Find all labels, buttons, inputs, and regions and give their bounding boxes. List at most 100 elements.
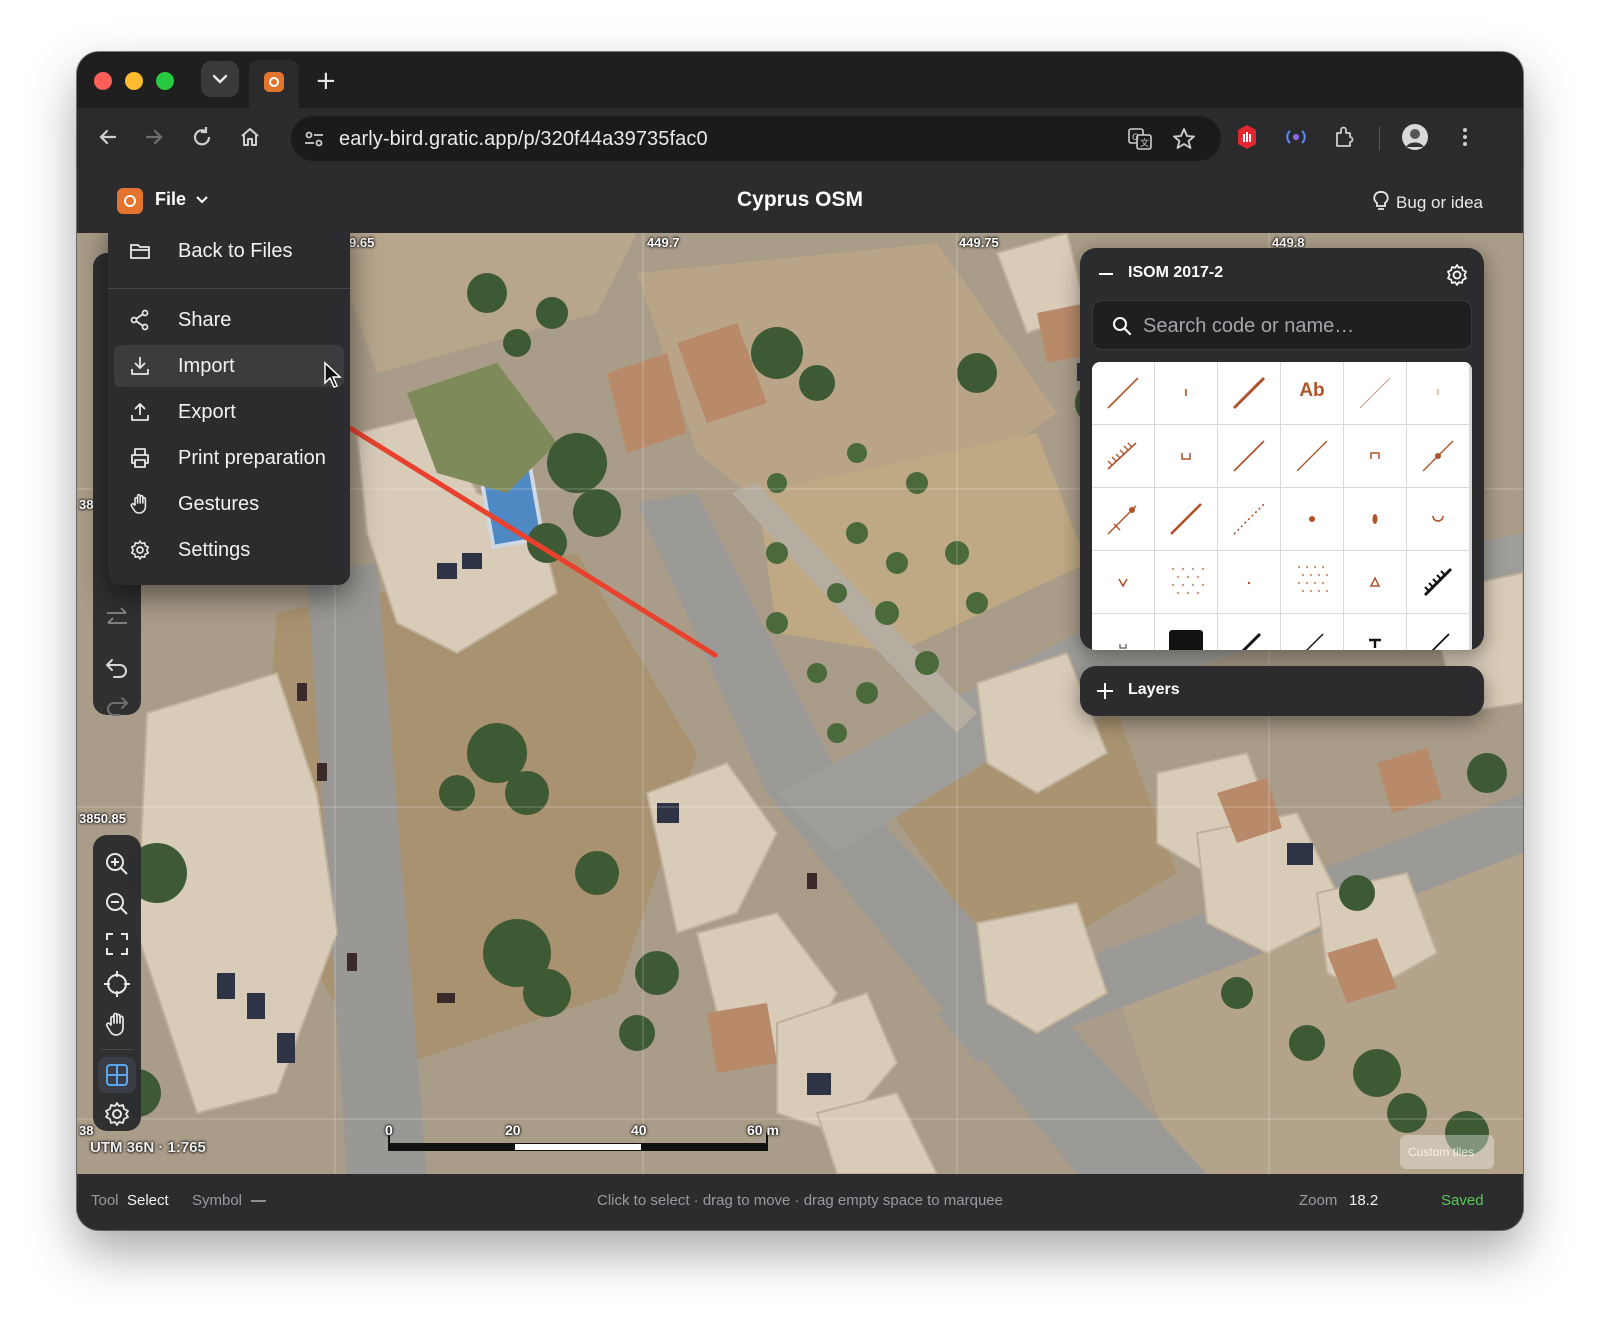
- extension-radio-icon[interactable]: [1281, 122, 1311, 152]
- menu-item-print-preparation[interactable]: Print preparation: [114, 437, 344, 479]
- menu-item-import[interactable]: Import: [114, 345, 344, 387]
- dashed-line-symbol-icon: [1233, 503, 1265, 535]
- zoom-value: 18.2: [1349, 1192, 1379, 1209]
- symbol-cell[interactable]: [1407, 614, 1469, 650]
- undo-icon[interactable]: [102, 651, 132, 681]
- toolbar-divider: [1379, 126, 1380, 150]
- pan-hand-icon[interactable]: [102, 1009, 132, 1039]
- menu-item-back-to-files[interactable]: Back to Files: [114, 233, 344, 272]
- layers-panel[interactable]: Layers: [1080, 666, 1484, 716]
- minimize-window-button[interactable]: [125, 72, 143, 90]
- line-symbol-icon: [1233, 440, 1265, 472]
- symbol-cell[interactable]: [1344, 362, 1406, 424]
- menu-item-share[interactable]: Share: [114, 299, 344, 341]
- symbol-cell[interactable]: [1407, 488, 1469, 550]
- close-window-button[interactable]: [94, 72, 112, 90]
- symbol-cell[interactable]: Ab: [1281, 362, 1343, 424]
- browser-toolbar: early-bird.gratic.app/p/320f44a39735fac0…: [77, 108, 1523, 169]
- symbol-cell[interactable]: [1218, 425, 1280, 487]
- black-thin-line-symbol-icon: [1306, 633, 1324, 650]
- grid-toggle-button[interactable]: [98, 1057, 136, 1093]
- symbol-cell[interactable]: [1092, 425, 1154, 487]
- swap-icon[interactable]: [102, 603, 132, 633]
- extensions-puzzle-icon[interactable]: [1330, 122, 1360, 152]
- forward-icon[interactable]: [139, 122, 169, 152]
- map-canvas[interactable]: 9.65 449.7 449.75 449.8 38 3850.85 38 Ba…: [77, 233, 1523, 1174]
- site-settings-icon[interactable]: [303, 128, 325, 150]
- symbol-cell[interactable]: [1344, 551, 1406, 613]
- address-bar[interactable]: early-bird.gratic.app/p/320f44a39735fac0…: [291, 116, 1221, 161]
- menu-item-label: Back to Files: [178, 240, 293, 262]
- symbol-cell[interactable]: [1092, 614, 1154, 650]
- svg-text:G: G: [1132, 133, 1139, 143]
- translate-icon[interactable]: G文: [1127, 126, 1153, 152]
- extension-stop-icon[interactable]: [1232, 122, 1262, 152]
- menu-item-export[interactable]: Export: [114, 391, 344, 433]
- black-line-symbol-icon: [1241, 632, 1262, 650]
- menu-item-gestures[interactable]: Gestures: [114, 483, 344, 525]
- symbol-cell[interactable]: [1092, 362, 1154, 424]
- new-tab-button[interactable]: +: [315, 66, 337, 96]
- symbol-cell[interactable]: [1218, 488, 1280, 550]
- symbol-cell[interactable]: [1281, 614, 1343, 650]
- symbol-cell[interactable]: [1092, 488, 1154, 550]
- symbol-cell[interactable]: [1344, 614, 1406, 650]
- symbol-cell[interactable]: [1281, 425, 1343, 487]
- symbol-cell[interactable]: [1155, 488, 1217, 550]
- grid-label-left: 3850.85: [79, 811, 126, 826]
- back-icon[interactable]: [93, 122, 123, 152]
- thick-line-symbol-icon: [1170, 503, 1202, 535]
- menu-item-settings[interactable]: Settings: [114, 529, 344, 571]
- reload-icon[interactable]: [187, 122, 217, 152]
- symbol-cell[interactable]: [1407, 551, 1469, 613]
- add-layer-icon[interactable]: [1094, 680, 1116, 702]
- tab-search-button[interactable]: [201, 61, 239, 97]
- symbol-cell[interactable]: [1281, 488, 1343, 550]
- tile-source-badge[interactable]: Custom tiles: [1400, 1135, 1494, 1169]
- symbol-cell[interactable]: [1407, 362, 1469, 424]
- mouse-cursor-icon: [324, 361, 342, 388]
- settings-gear-icon[interactable]: [102, 1099, 132, 1129]
- maximize-window-button[interactable]: [156, 72, 174, 90]
- symbol-search-input[interactable]: [1143, 313, 1463, 339]
- redo-icon[interactable]: [102, 689, 132, 719]
- dot-knoll-symbol-icon: [1309, 516, 1315, 522]
- bug-or-idea-button[interactable]: Bug or idea: [1372, 190, 1483, 213]
- fit-extent-icon[interactable]: [102, 929, 132, 959]
- symbol-cell[interactable]: [1092, 551, 1154, 613]
- symbol-panel: ISOM 2017-2 Ab: [1080, 248, 1484, 650]
- gully-symbol-icon: [1370, 452, 1380, 459]
- status-bar: Tool Select Symbol — Click to select · d…: [77, 1174, 1523, 1230]
- view-toolbar: [93, 835, 141, 1131]
- symbol-cell[interactable]: [1155, 551, 1217, 613]
- thin-line-symbol-icon: [1359, 377, 1391, 409]
- menu-item-label: Import: [178, 355, 235, 377]
- zoom-out-icon[interactable]: [102, 889, 132, 919]
- zoom-in-icon[interactable]: [102, 849, 132, 879]
- symbol-cell[interactable]: [1344, 488, 1406, 550]
- bookmark-star-icon[interactable]: [1171, 126, 1197, 152]
- menu-item-label: Export: [178, 401, 236, 423]
- line-symbol-icon: [1107, 377, 1139, 409]
- symbol-cell[interactable]: [1155, 614, 1217, 650]
- symbol-cell[interactable]: [1218, 614, 1280, 650]
- more-menu-icon[interactable]: [1450, 122, 1480, 152]
- symbol-cell[interactable]: [1407, 425, 1469, 487]
- symbol-settings-gear-icon[interactable]: [1444, 262, 1470, 288]
- line-symbol-icon: [1296, 440, 1328, 472]
- home-icon[interactable]: [235, 122, 265, 152]
- symbol-cell[interactable]: [1218, 362, 1280, 424]
- symbol-cell[interactable]: [1344, 425, 1406, 487]
- profile-avatar-icon[interactable]: [1400, 122, 1430, 152]
- symbol-cell[interactable]: [1155, 362, 1217, 424]
- collapse-panel-icon[interactable]: [1096, 266, 1116, 282]
- locate-icon[interactable]: [102, 969, 132, 999]
- grid-label-top: 449.7: [647, 235, 680, 250]
- symbol-cell[interactable]: [1218, 551, 1280, 613]
- symbol-cell[interactable]: [1155, 425, 1217, 487]
- browser-tab[interactable]: [249, 60, 299, 108]
- projection-scale-readout: UTM 36N · 1:765: [90, 1139, 206, 1156]
- symbol-search[interactable]: [1092, 300, 1472, 350]
- small-tick-symbol-icon: [1437, 389, 1439, 395]
- symbol-cell[interactable]: [1281, 551, 1343, 613]
